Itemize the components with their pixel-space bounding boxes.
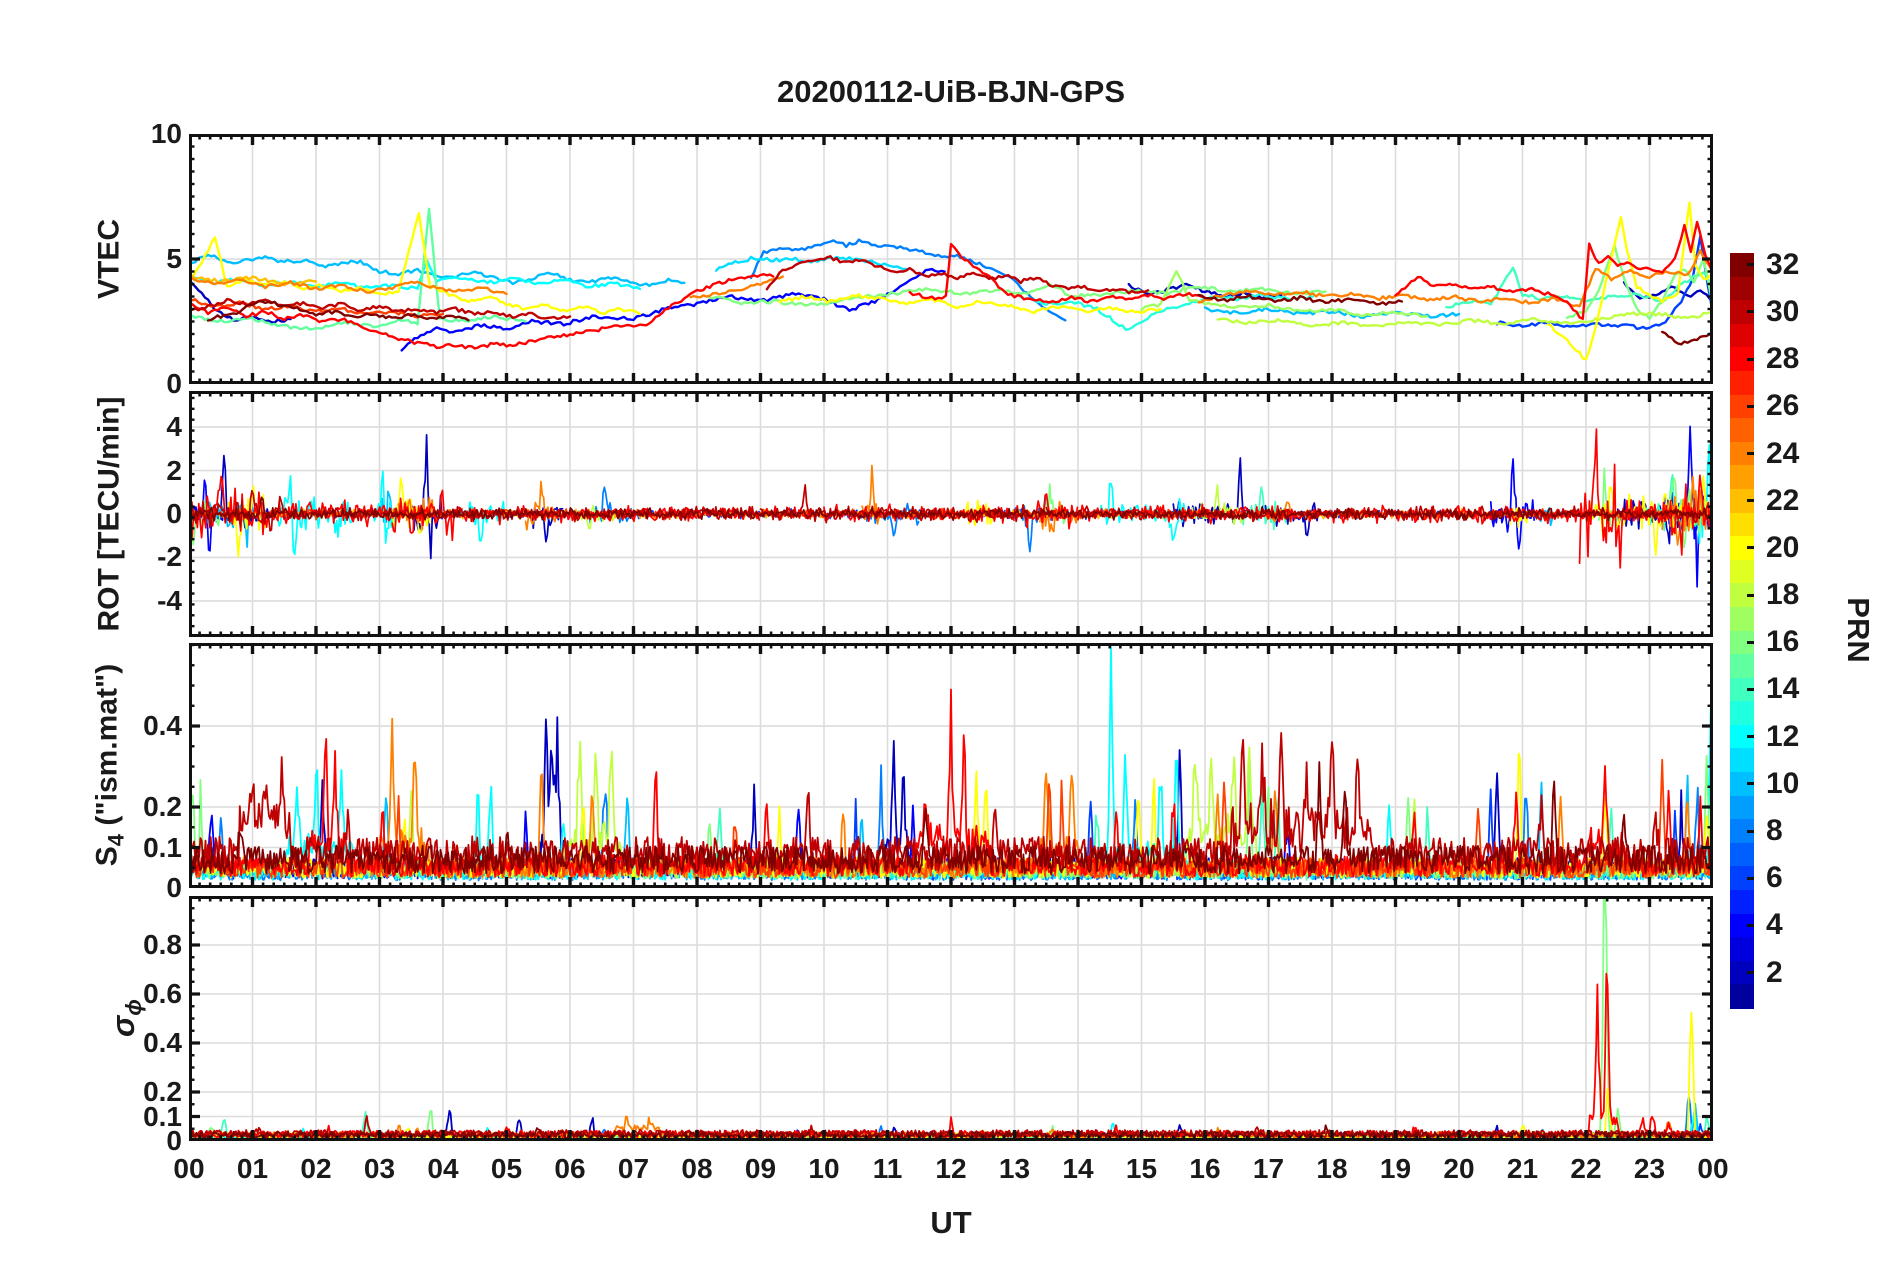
y-tick-label: 0.6	[143, 978, 182, 1009]
colorbar-block-prn27	[1730, 370, 1754, 396]
y-tick-label: 0.2	[143, 791, 182, 822]
colorbar-tick-label: 8	[1766, 814, 1783, 848]
colorbar-tick	[1747, 876, 1754, 880]
colorbar-block-prn9	[1730, 795, 1754, 820]
colorbar-tick-label: 18	[1766, 578, 1800, 612]
sigma-phi-plot-area	[189, 896, 1713, 1141]
y-tick-label: 0	[166, 368, 182, 399]
colorbar-block-prn1	[1730, 984, 1754, 1009]
colorbar-block-prn17	[1730, 606, 1754, 632]
colorbar-block-prn13	[1730, 701, 1754, 726]
colorbar-block-prn31	[1730, 276, 1754, 301]
colorbar-tick-label: 26	[1766, 389, 1800, 423]
colorbar-tick-label: 24	[1766, 436, 1800, 470]
chart-title: 20200112-UiB-BJN-GPS	[776, 74, 1126, 109]
colorbar-tick-label: 16	[1766, 625, 1800, 659]
colorbar-tick	[1747, 923, 1754, 927]
y-tick-label: 0.8	[143, 929, 182, 960]
y-tick-label: 0.4	[143, 710, 182, 742]
gridlines	[189, 134, 1713, 384]
series-prn2	[410, 433, 443, 560]
colorbar-block-prn11	[1730, 748, 1754, 773]
colorbar-tick	[1747, 546, 1754, 550]
colorbar-block-prn5	[1730, 890, 1754, 915]
series-prn32	[1660, 330, 1713, 346]
colorbar-tick	[1747, 357, 1754, 361]
colorbar-tick	[1747, 829, 1754, 833]
s4-panel	[189, 643, 1713, 888]
colorbar-block-prn25	[1730, 418, 1754, 443]
colorbar-tick	[1747, 687, 1754, 691]
colorbar-label: PRN	[1841, 597, 1876, 663]
colorbar-tick-label: 22	[1766, 483, 1800, 517]
y-tick-label: 10	[150, 118, 182, 149]
series-prn4	[1489, 458, 1535, 550]
VTEC-plot-area	[189, 134, 1713, 384]
y-tick-label: 0.4	[143, 1027, 182, 1058]
gridlines	[189, 896, 1713, 1141]
colorbar-tick	[1747, 452, 1754, 456]
x-tick-label: 00	[1697, 1153, 1729, 1184]
colorbar-block-prn7	[1730, 842, 1754, 868]
y-tick-label: 0.1	[143, 831, 182, 863]
colorbar-block-prn29	[1730, 323, 1754, 348]
y-tick-label: 0.2	[143, 1076, 182, 1107]
series-prn14	[1242, 486, 1288, 531]
colorbar-block-prn23	[1730, 465, 1754, 490]
ROT-plot-area	[189, 391, 1713, 637]
colorbar-tick	[1747, 735, 1754, 739]
prn-colorbar	[1730, 253, 1754, 1009]
colorbar-tick-label: 14	[1766, 672, 1800, 706]
colorbar-tick-label: 12	[1766, 719, 1800, 753]
series-prn28	[1394, 220, 1713, 321]
S4-plot-area	[189, 643, 1713, 888]
colorbar-tick-label: 4	[1766, 908, 1783, 942]
colorbar-tick	[1747, 263, 1754, 267]
colorbar-tick	[1747, 310, 1754, 314]
colorbar-tick-label: 10	[1766, 766, 1800, 800]
y-tick-label: 0	[166, 498, 182, 529]
y-tick-label: 2	[166, 454, 182, 486]
colorbar-tick-label: 2	[1766, 955, 1783, 989]
colorbar-tick	[1747, 404, 1754, 408]
y-tick-label: 0	[166, 872, 182, 903]
colorbar-tick-label: 20	[1766, 530, 1800, 564]
colorbar-tick-label: 6	[1766, 861, 1783, 895]
colorbar-tick	[1747, 593, 1754, 597]
sigma-phi-panel	[189, 896, 1713, 1141]
colorbar-block-prn19	[1730, 559, 1754, 584]
colorbar-tick	[1747, 640, 1754, 644]
colorbar-tick	[1747, 782, 1754, 786]
y-tick-label: 5	[166, 243, 182, 274]
colorbar-tick-label: 28	[1766, 342, 1800, 376]
colorbar-tick	[1747, 971, 1754, 975]
colorbar-block-prn3	[1730, 937, 1754, 962]
figure: 20200112-UiB-BJN-GPS VTEC ROT [TECU/min]…	[0, 0, 1902, 1272]
y-tick-label: -2	[157, 541, 182, 573]
colorbar-block-prn15	[1730, 654, 1754, 679]
colorbar-tick	[1747, 499, 1754, 503]
colorbar-tick-label: 30	[1766, 294, 1800, 328]
y-tick-label: 4	[166, 411, 182, 443]
colorbar-tick-label: 32	[1766, 247, 1800, 281]
rot-panel	[189, 391, 1713, 637]
colorbar-block-prn21	[1730, 512, 1754, 537]
y-tick-label: -4	[157, 584, 182, 616]
series-prn20	[189, 212, 642, 316]
series-prn2	[1172, 457, 1320, 537]
vtec-panel	[189, 134, 1713, 384]
x-axis-label: UT	[930, 1205, 972, 1240]
